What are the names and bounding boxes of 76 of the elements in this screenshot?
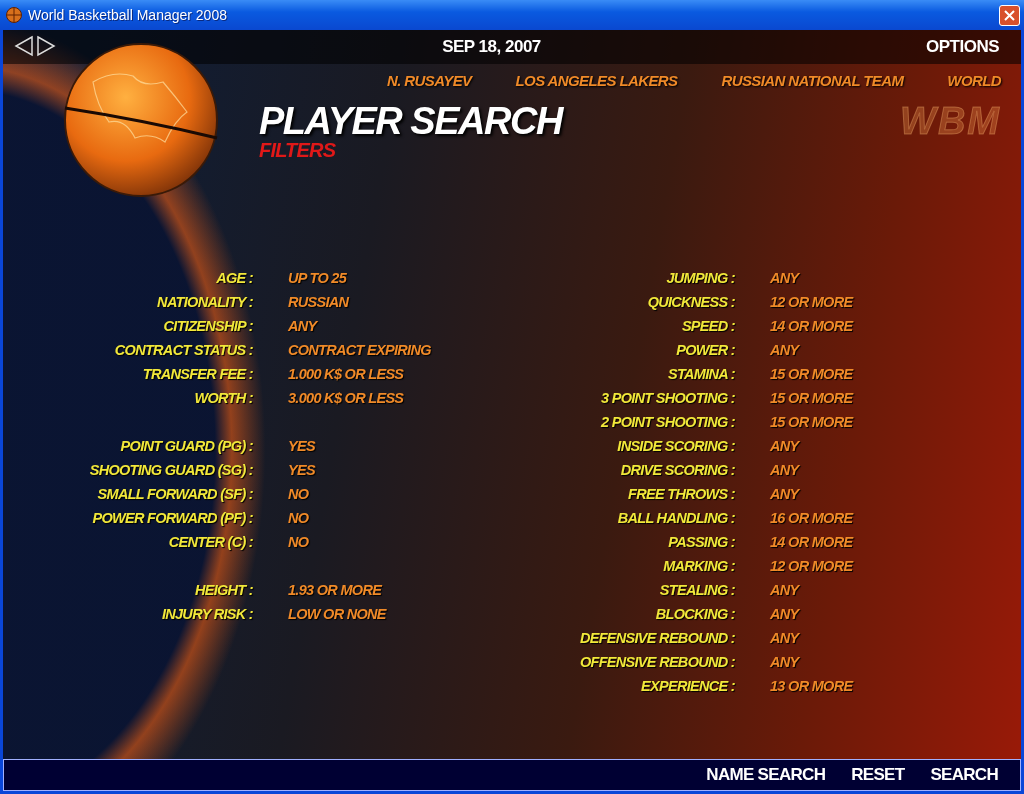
- filter-value[interactable]: 14 OR MORE: [770, 534, 1003, 550]
- filter-value[interactable]: CONTRACT EXPIRING: [288, 342, 483, 358]
- filter-label: MARKING :: [662, 558, 735, 574]
- filter-label: SHOOTING GUARD (SG) :: [88, 462, 253, 478]
- logo-text: WBM: [900, 100, 1001, 143]
- options-button[interactable]: OPTIONS: [926, 37, 999, 57]
- filter-label: AGE :: [215, 270, 253, 286]
- filter-label: INSIDE SCORING :: [616, 438, 735, 454]
- basketball-icon: [6, 7, 22, 23]
- filter-label: DRIVE SCORING :: [619, 462, 735, 478]
- filter-label: DEFENSIVE REBOUND :: [578, 630, 735, 646]
- filter-value[interactable]: 14 OR MORE: [770, 318, 1003, 334]
- filter-value[interactable]: 1.000 K$ OR LESS: [288, 366, 483, 382]
- filter-label: OFFENSIVE REBOUND :: [578, 654, 735, 670]
- filter-value[interactable]: NO: [288, 510, 483, 526]
- close-icon: [1004, 9, 1015, 21]
- filter-value[interactable]: ANY: [770, 486, 1003, 502]
- filter-label: POWER :: [675, 342, 735, 358]
- filter-label: POWER FORWARD (PF) :: [91, 510, 253, 526]
- filter-label: JUMPING :: [665, 270, 735, 286]
- date-text: SEP 18, 2007: [441, 37, 542, 57]
- filter-label: CONTRACT STATUS :: [113, 342, 253, 358]
- filter-label: BLOCKING :: [654, 606, 735, 622]
- filter-label: QUICKNESS :: [646, 294, 735, 310]
- filter-value[interactable]: 15 OR MORE: [770, 390, 1003, 406]
- filter-label: FREE THROWS :: [627, 486, 735, 502]
- filter-value[interactable]: ANY: [770, 630, 1003, 646]
- filter-label: CITIZENSHIP :: [162, 318, 253, 334]
- filter-value[interactable]: UP TO 25: [288, 270, 483, 286]
- filter-value[interactable]: YES: [288, 438, 483, 454]
- filter-label: 2 POINT SHOOTING :: [599, 414, 735, 430]
- action-button[interactable]: NAME SEARCH: [706, 765, 826, 785]
- filter-value[interactable]: RUSSIAN: [288, 294, 483, 310]
- filter-label: BALL HANDLING :: [616, 510, 735, 526]
- filter-value[interactable]: NO: [288, 486, 483, 502]
- breadcrumb-link[interactable]: N. RUSAYEV: [386, 71, 472, 89]
- back-button[interactable]: [13, 35, 35, 59]
- filter-label: SPEED :: [680, 318, 735, 334]
- filter-value[interactable]: LOW OR NONE: [288, 606, 483, 622]
- filter-label: NATIONALITY :: [156, 294, 253, 310]
- window-title: World Basketball Manager 2008: [28, 7, 228, 23]
- filter-value[interactable]: ANY: [770, 606, 1003, 622]
- filter-value[interactable]: ANY: [770, 270, 1003, 286]
- filter-value[interactable]: 15 OR MORE: [770, 366, 1003, 382]
- filter-value[interactable]: ANY: [770, 654, 1003, 670]
- filter-label: SMALL FORWARD (SF) :: [96, 486, 253, 502]
- filter-label: 3 POINT SHOOTING :: [599, 390, 735, 406]
- filter-label: HEIGHT :: [193, 582, 253, 598]
- filter-value[interactable]: 12 OR MORE: [770, 558, 1003, 574]
- filter-value[interactable]: ANY: [770, 438, 1003, 454]
- filter-value[interactable]: 16 OR MORE: [770, 510, 1003, 526]
- action-button[interactable]: SEARCH: [930, 765, 998, 785]
- filter-value[interactable]: ANY: [770, 582, 1003, 598]
- filter-value[interactable]: ANY: [770, 342, 1003, 358]
- filter-value[interactable]: YES: [288, 462, 483, 478]
- breadcrumb-link[interactable]: RUSSIAN NATIONAL TEAM: [721, 71, 904, 89]
- forward-button[interactable]: [35, 35, 57, 59]
- filter-value[interactable]: NO: [288, 534, 483, 550]
- filter-value[interactable]: 15 OR MORE: [770, 414, 1003, 430]
- filter-label: EXPERIENCE :: [640, 678, 735, 694]
- close-button[interactable]: [999, 4, 1020, 26]
- action-button[interactable]: RESET: [851, 765, 905, 785]
- filter-value[interactable]: 13 OR MORE: [770, 678, 1003, 694]
- filter-value[interactable]: 12 OR MORE: [770, 294, 1003, 310]
- breadcrumb-link[interactable]: WORLD: [947, 71, 1001, 89]
- filter-value[interactable]: ANY: [288, 318, 483, 334]
- breadcrumb-link[interactable]: LOS ANGELES LAKERS: [515, 71, 678, 89]
- filter-label: STEALING :: [658, 582, 735, 598]
- filter-label: PASSING :: [667, 534, 735, 550]
- filter-value[interactable]: 1.93 OR MORE: [288, 582, 483, 598]
- filter-value[interactable]: ANY: [770, 462, 1003, 478]
- filter-label: WORTH :: [193, 390, 253, 406]
- filter-label: TRANSFER FEE :: [141, 366, 253, 382]
- filter-value[interactable]: 3.000 K$ OR LESS: [288, 390, 483, 406]
- filter-label: STAMINA :: [667, 366, 735, 382]
- filter-label: POINT GUARD (PG) :: [119, 438, 253, 454]
